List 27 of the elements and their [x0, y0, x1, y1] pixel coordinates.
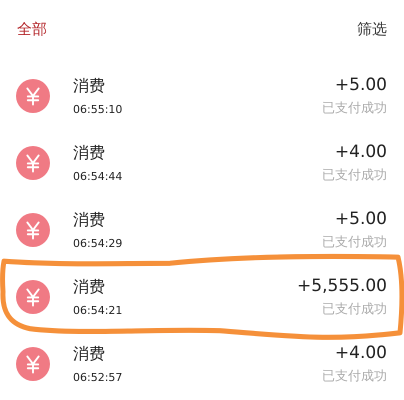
transaction-title: 消费	[73, 276, 106, 298]
transaction-time: 06:54:29	[73, 236, 124, 250]
transaction-amount: +5.00	[334, 74, 387, 94]
yen-icon	[16, 346, 50, 380]
transaction-time: 06:54:44	[73, 170, 124, 182]
transaction-title: 消费	[73, 210, 106, 230]
transaction-time: 06:52:57	[73, 370, 124, 384]
tab[interactable]: 全部	[17, 20, 47, 38]
transaction-status: 已支付成功	[322, 234, 387, 250]
transaction-title: 消费	[73, 344, 106, 364]
transaction-amount: +4.00	[334, 142, 387, 162]
yen-icon	[16, 78, 50, 112]
transaction-amount: +5.00	[334, 208, 387, 228]
transaction-amount: +4.00	[334, 342, 387, 362]
yen-icon	[16, 146, 50, 180]
yen-icon	[16, 280, 50, 314]
transaction-status: 已支付成功	[322, 100, 387, 116]
filter-button[interactable]: 筛选	[357, 20, 387, 38]
transaction-time: 06:54:21	[73, 304, 124, 316]
transaction-status: 已支付成功	[322, 300, 387, 318]
transaction-time: 06:55:10	[73, 102, 124, 116]
transaction-title: 消费	[73, 142, 106, 164]
transaction-title: 消费	[73, 76, 106, 96]
transaction-amount: +5,555.00	[297, 276, 387, 296]
transaction-status: 已支付成功	[322, 368, 387, 384]
yen-icon	[16, 212, 50, 246]
transaction-status: 已支付成功	[322, 166, 387, 184]
